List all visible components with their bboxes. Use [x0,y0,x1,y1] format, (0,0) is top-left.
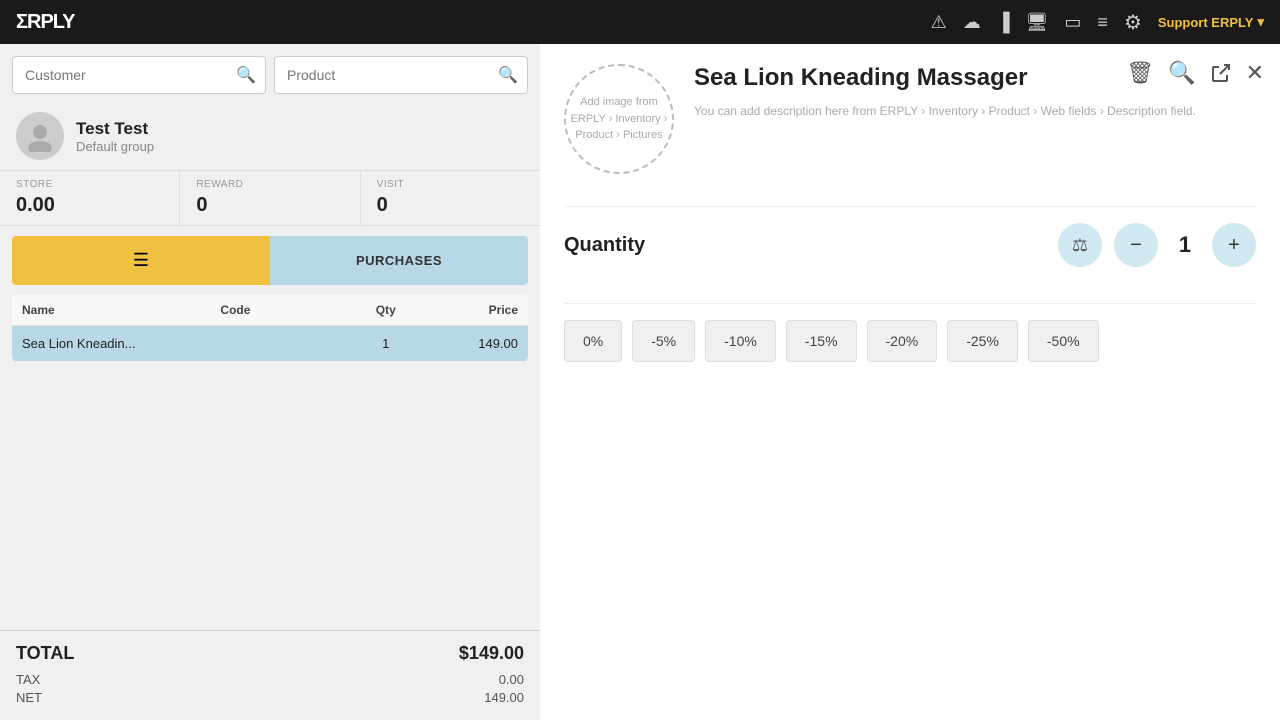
discount-25-button[interactable]: -25% [947,320,1018,362]
store-stat: STORE 0.00 [0,171,179,225]
total-amount: $149.00 [459,643,524,664]
totals-section: TOTAL $149.00 TAX 0.00 NET 149.00 [0,630,540,720]
product-description: You can add description here from ERPLY … [694,102,1256,120]
product-search-icon: 🔍 [498,65,518,85]
quantity-value: 1 [1170,232,1200,258]
tax-value: 0.00 [499,672,524,687]
tax-label: TAX [16,672,40,687]
alert-icon[interactable]: ⚠ [931,12,947,33]
main-layout: 🔍 🔍 Test Test Default group S [0,44,1280,720]
col-header-price: Price [419,303,518,317]
customer-search-icon: 🔍 [236,65,256,85]
receipt-view-button[interactable]: ☰ [12,236,270,285]
quantity-label: Quantity [564,234,1046,257]
customer-group: Default group [76,139,154,154]
left-panel: 🔍 🔍 Test Test Default group S [0,44,540,720]
quantity-decrease-button[interactable]: − [1114,223,1158,267]
stats-row: STORE 0.00 REWARD 0 VISIT 0 [0,170,540,226]
discount-row: 0% -5% -10% -15% -20% -25% -50% [564,320,1256,362]
quantity-row: Quantity ⚖ − 1 + [564,223,1256,267]
col-header-name: Name [22,303,220,317]
col-header-code: Code [220,303,352,317]
menu-icon[interactable]: ≡ [1097,12,1108,33]
visit-value: 0 [377,194,524,217]
product-image-placeholder: Add image from ERPLY › Inventory › Produ… [564,64,674,174]
discount-20-button[interactable]: -20% [867,320,938,362]
receipt-icon[interactable]: ▭ [1064,12,1081,33]
chevron-down-icon: ▾ [1257,14,1264,30]
right-panel: 🗑 🔍 ✕ Add image from ERPLY › Inventory ›… [540,44,1280,720]
avatar [16,112,64,160]
visit-label: VISIT [377,179,524,190]
divider [564,206,1256,207]
search-product-button[interactable]: 🔍 [1168,60,1195,86]
row-price: 149.00 [419,336,518,351]
chart-icon[interactable]: ▐ [997,12,1010,33]
topnav-icon-group: ⚠ ☁ ▐ 🖥 ▭ ≡ ⚙ Support ERPLY ▾ [931,10,1264,35]
customer-search-input[interactable] [12,56,266,94]
tax-row: TAX 0.00 [16,672,524,687]
divider-2 [564,303,1256,304]
total-row: TOTAL $149.00 [16,643,524,664]
customer-name: Test Test [76,119,154,139]
external-link-button[interactable] [1210,62,1232,84]
table-header: Name Code Qty Price [12,295,528,326]
reward-value: 0 [196,194,343,217]
scale-button[interactable]: ⚖ [1058,223,1102,267]
discount-0-button[interactable]: 0% [564,320,622,362]
product-actions: 🗑 🔍 ✕ [1126,60,1264,86]
net-value: 149.00 [484,690,524,705]
delete-button[interactable]: 🗑 [1126,60,1154,86]
purchases-button[interactable]: PURCHASES [270,236,528,285]
discount-15-button[interactable]: -15% [786,320,857,362]
discount-50-button[interactable]: -50% [1028,320,1099,362]
row-qty: 1 [353,336,419,351]
customer-search-wrap: 🔍 [12,56,266,94]
action-buttons: ☰ PURCHASES [0,226,540,295]
discount-10-button[interactable]: -10% [705,320,776,362]
product-search-wrap: 🔍 [274,56,528,94]
table-row[interactable]: Sea Lion Kneadin... 1 149.00 [12,326,528,361]
net-label: NET [16,690,42,705]
screen-icon[interactable]: 🖥 [1026,12,1049,33]
store-label: STORE [16,179,163,190]
receipt-icon: ☰ [133,250,149,271]
settings-icon[interactable]: ⚙ [1124,10,1142,35]
store-value: 0.00 [16,194,163,217]
product-search-input[interactable] [274,56,528,94]
cloud-icon[interactable]: ☁ [963,12,981,33]
customer-info: Test Test Default group [0,102,540,170]
order-table: Name Code Qty Price Sea Lion Kneadin... … [12,295,528,361]
search-bar: 🔍 🔍 [0,44,540,102]
quantity-increase-button[interactable]: + [1212,223,1256,267]
app-logo: ΣRPLY [16,11,75,34]
row-name: Sea Lion Kneadin... [22,336,220,351]
visit-stat: VISIT 0 [360,171,540,225]
add-image-text: Add image from ERPLY › Inventory › Produ… [566,94,672,144]
col-header-qty: Qty [353,303,419,317]
top-navigation: ΣRPLY ⚠ ☁ ▐ 🖥 ▭ ≡ ⚙ Support ERPLY ▾ [0,0,1280,44]
close-button[interactable]: ✕ [1246,60,1264,86]
discount-5-button[interactable]: -5% [632,320,695,362]
reward-label: REWARD [196,179,343,190]
support-erply-link[interactable]: Support ERPLY ▾ [1158,14,1264,30]
net-row: NET 149.00 [16,690,524,705]
reward-stat: REWARD 0 [179,171,359,225]
total-label: TOTAL [16,643,74,664]
customer-details: Test Test Default group [76,119,154,154]
